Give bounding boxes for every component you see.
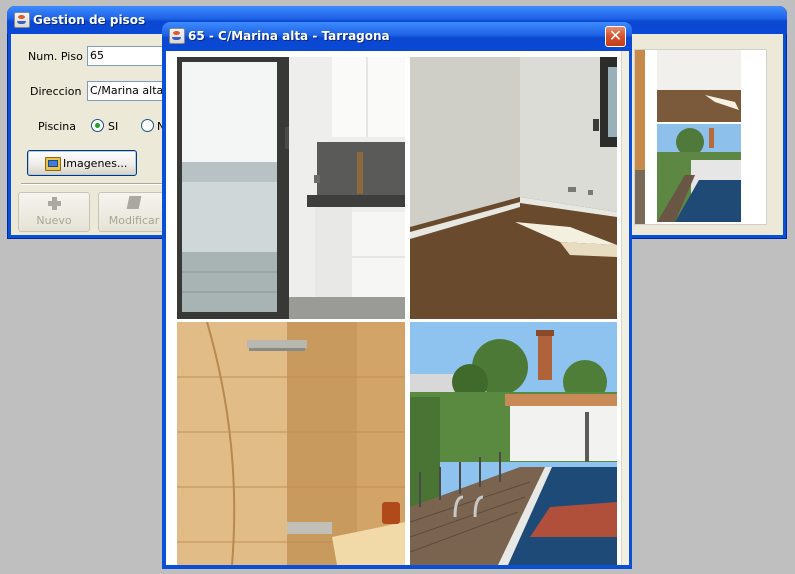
direccion-label: Direccion [30,85,82,98]
java-app-icon [169,28,185,44]
bathroom-photo [177,322,405,565]
dialog-titlebar[interactable]: 65 - C/Marina alta - Tarragona ✕ [162,22,632,51]
modify-button[interactable]: Modificar [98,192,170,232]
direccion-field[interactable]: C/Marina alta [87,81,167,101]
close-button[interactable]: ✕ [605,26,626,47]
edit-icon [126,196,142,209]
piscina-si-radio[interactable] [91,119,104,132]
empty-room-photo [410,57,617,319]
num-piso-field[interactable]: 65 [87,46,167,66]
images-button-label: Imagenes... [63,157,128,170]
piscina-no-radio[interactable] [141,119,154,132]
images-button[interactable]: Imagenes... [27,150,137,176]
java-app-icon [14,12,30,28]
dialog-right-border [621,51,629,565]
dialog-title: 65 - C/Marina alta - Tarragona [188,29,390,43]
image-folder-icon [45,157,61,171]
modify-button-label: Modificar [108,214,160,227]
plus-icon [48,197,61,210]
piscina-label: Piscina [38,120,76,133]
main-window-title: Gestion de pisos [33,13,146,27]
new-button[interactable]: Nuevo [18,192,90,232]
thumbnails-image [635,50,741,224]
image-dialog: 65 - C/Marina alta - Tarragona ✕ [162,22,632,569]
num-piso-label: Num. Piso [28,50,83,63]
dialog-body [166,51,629,565]
thumbnail-panel [634,49,767,225]
new-button-label: Nuevo [36,214,72,227]
pool-terrace-photo [410,322,617,565]
kitchen-balcony-photo [177,57,405,319]
piscina-si-label: SI [108,120,119,133]
